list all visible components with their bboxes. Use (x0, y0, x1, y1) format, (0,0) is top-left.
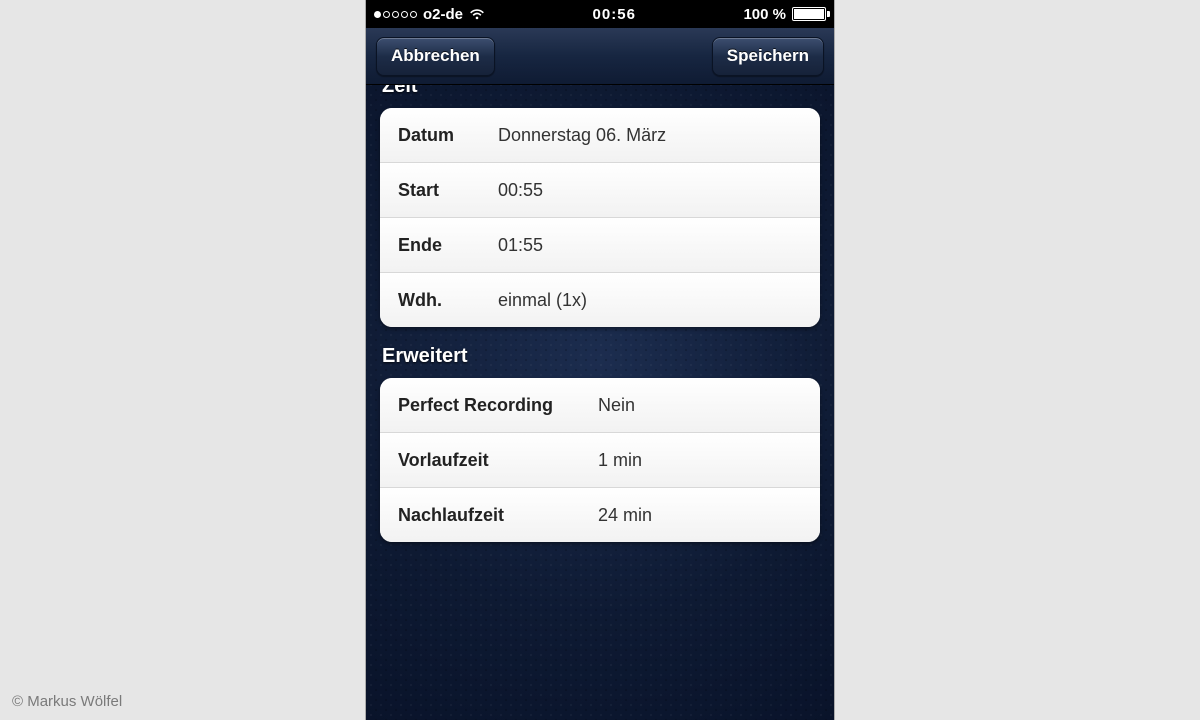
row-value: Nein (598, 395, 635, 416)
status-right: 100 % (743, 6, 826, 23)
row-ende[interactable]: Ende 01:55 (380, 217, 820, 272)
status-left: o2-de (374, 6, 485, 23)
row-perfect-recording[interactable]: Perfect Recording Nein (380, 378, 820, 432)
row-nachlaufzeit[interactable]: Nachlaufzeit 24 min (380, 487, 820, 542)
row-value: 00:55 (498, 180, 543, 201)
save-button[interactable]: Speichern (712, 37, 824, 76)
wifi-icon (469, 8, 485, 20)
row-label: Datum (398, 125, 498, 146)
row-value: 01:55 (498, 235, 543, 256)
row-value: 1 min (598, 450, 642, 471)
row-value: Donnerstag 06. März (498, 125, 666, 146)
erweitert-card: Perfect Recording Nein Vorlaufzeit 1 min… (380, 378, 820, 542)
row-label: Nachlaufzeit (398, 505, 598, 526)
content-area: Zeit Datum Donnerstag 06. März Start 00:… (366, 85, 834, 720)
row-vorlaufzeit[interactable]: Vorlaufzeit 1 min (380, 432, 820, 487)
status-bar: o2-de 00:56 100 % (366, 0, 834, 28)
row-value: 24 min (598, 505, 652, 526)
row-datum[interactable]: Datum Donnerstag 06. März (380, 108, 820, 162)
navigation-bar: Abbrechen Speichern (366, 28, 834, 85)
row-label: Ende (398, 235, 498, 256)
image-credit: © Markus Wölfel (12, 693, 122, 710)
battery-icon (792, 7, 826, 21)
phone-frame: o2-de 00:56 100 % Abbrechen Speichern Ze… (366, 0, 834, 720)
row-value: einmal (1x) (498, 290, 587, 311)
section-header-erweitert: Erweitert (382, 345, 818, 368)
row-label: Perfect Recording (398, 395, 598, 416)
row-label: Vorlaufzeit (398, 450, 598, 471)
battery-percent: 100 % (743, 6, 786, 23)
zeit-card: Datum Donnerstag 06. März Start 00:55 En… (380, 108, 820, 327)
row-label: Start (398, 180, 498, 201)
carrier-label: o2-de (423, 6, 463, 23)
section-header-zeit: Zeit (382, 85, 818, 98)
status-time: 00:56 (485, 6, 743, 23)
row-wdh[interactable]: Wdh. einmal (1x) (380, 272, 820, 327)
row-label: Wdh. (398, 290, 498, 311)
cancel-button[interactable]: Abbrechen (376, 37, 495, 76)
signal-strength-icon (374, 11, 417, 18)
row-start[interactable]: Start 00:55 (380, 162, 820, 217)
